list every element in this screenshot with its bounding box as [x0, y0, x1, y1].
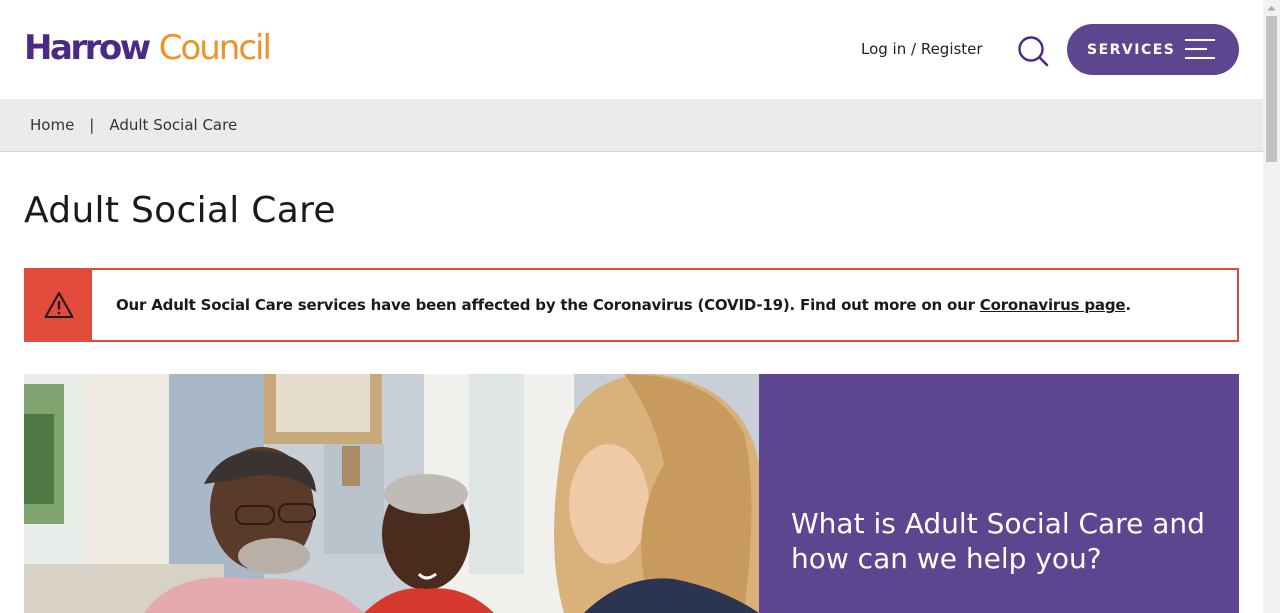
warning-triangle-icon: [44, 292, 74, 318]
hero-section: What is Adult Social Care and how can we…: [24, 374, 1239, 613]
scroll-up-arrow-icon[interactable]: [1263, 0, 1280, 16]
alert-text-before: Our Adult Social Care services have been…: [116, 296, 980, 314]
vertical-scrollbar[interactable]: [1263, 0, 1280, 613]
hamburger-menu-icon: [1185, 39, 1215, 60]
services-menu-button[interactable]: SERVICES: [1067, 24, 1239, 75]
hero-heading: What is Adult Social Care and how can we…: [791, 507, 1205, 575]
search-button[interactable]: [1016, 34, 1050, 68]
logo-text-council: Council: [158, 28, 272, 68]
covid-alert-banner: Our Adult Social Care services have been…: [24, 268, 1239, 342]
hero-photo-illustration: [24, 374, 759, 613]
breadcrumb-separator: |: [89, 116, 95, 134]
page-title: Adult Social Care: [24, 190, 336, 231]
services-label: SERVICES: [1087, 41, 1176, 58]
page: Harrow Council Log in / Register SERVICE…: [0, 0, 1263, 613]
site-header: Harrow Council Log in / Register SERVICE…: [0, 0, 1263, 99]
hero-info-panel[interactable]: What is Adult Social Care and how can we…: [759, 374, 1239, 613]
breadcrumb-home-link[interactable]: Home: [30, 116, 74, 134]
alert-icon-box: [26, 270, 92, 340]
coronavirus-page-link[interactable]: Coronavirus page: [980, 296, 1126, 314]
hero-photo: [24, 374, 759, 613]
login-register-link[interactable]: Log in / Register: [861, 40, 983, 58]
alert-text-after: .: [1125, 296, 1131, 314]
harrow-council-logo[interactable]: Harrow Council: [24, 28, 272, 72]
logo-text-harrow: Harrow: [24, 28, 151, 68]
search-icon: [1018, 36, 1049, 67]
breadcrumb-current: Adult Social Care: [109, 116, 238, 134]
scrollbar-thumb[interactable]: [1266, 16, 1277, 162]
alert-message: Our Adult Social Care services have been…: [116, 296, 1131, 314]
breadcrumb: Home | Adult Social Care: [0, 99, 1263, 152]
